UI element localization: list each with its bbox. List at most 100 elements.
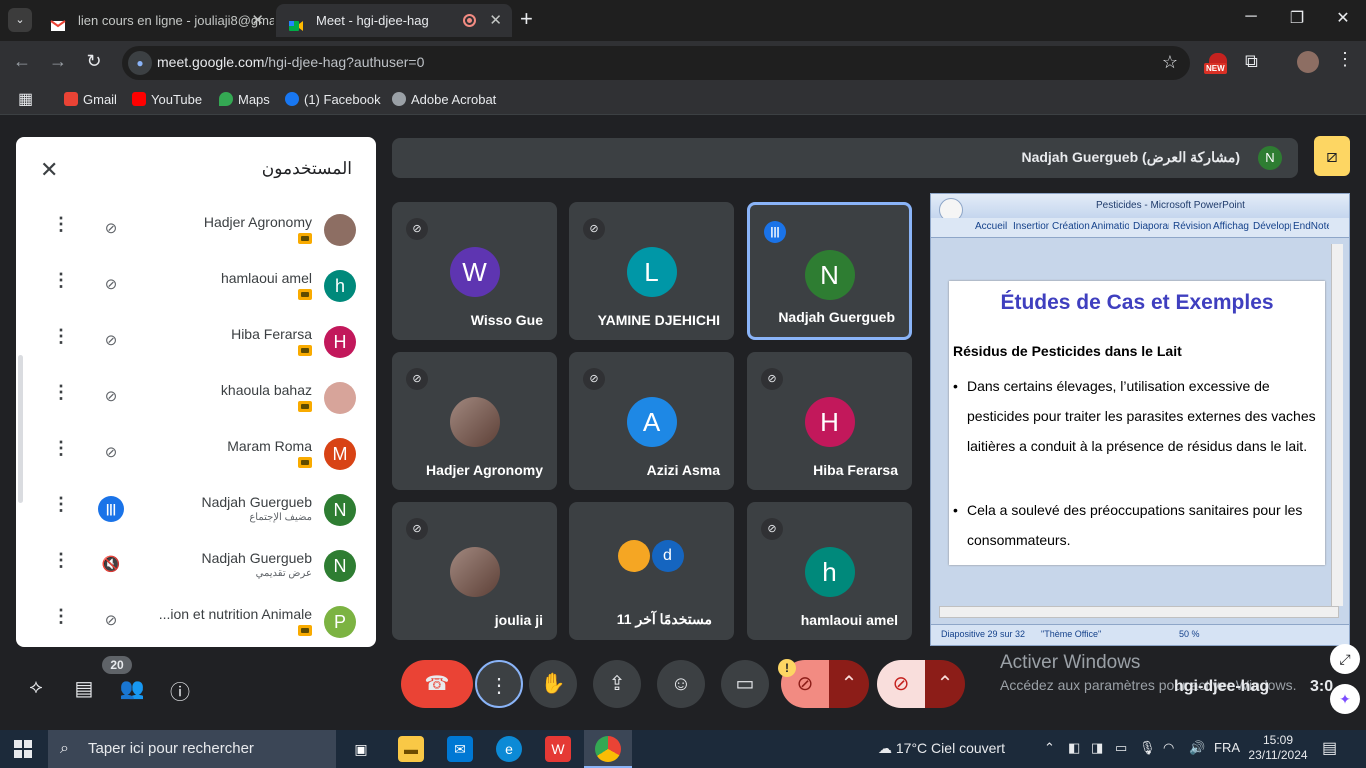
participant-tile[interactable]: ⊘ L YAMINE DJEHICHI <box>569 202 734 340</box>
participant-tile[interactable]: ⊘ Hadjer Agronomy <box>392 352 557 490</box>
volume-icon[interactable]: 🔊 <box>1189 740 1205 756</box>
reload-icon[interactable]: ↻ <box>82 51 106 72</box>
battery-icon[interactable]: ▭ <box>1115 740 1127 756</box>
powerpoint-title: Pesticides - Microsoft PowerPoint <box>1096 200 1245 211</box>
stop-presenting-icon[interactable]: ⧄ <box>1314 136 1350 176</box>
mic-off-icon[interactable]: ⊘ <box>98 608 124 634</box>
more-vert-icon[interactable]: ⋮ <box>52 550 70 571</box>
bookmark-youtube[interactable]: YouTube <box>132 92 202 107</box>
more-vert-icon[interactable]: ⋮ <box>52 326 70 347</box>
participant-tile[interactable]: d 11 مستخدمًا آخر <box>569 502 734 640</box>
raise-hand-button[interactable]: ✋ <box>529 660 577 708</box>
more-options-button[interactable]: ⋮ <box>475 660 523 708</box>
audio-off-icon[interactable]: 🔇 <box>98 552 124 578</box>
apps-grid-icon[interactable]: ▦ <box>18 89 33 109</box>
camera-options-caret[interactable]: ⌃ <box>829 660 869 708</box>
close-tab-icon[interactable]: ✕ <box>489 4 502 37</box>
bookmark-gmail[interactable]: Gmail <box>64 92 117 107</box>
tab-title: lien cours en ligne - jouliaji8@gmail.co… <box>78 13 274 28</box>
edge-icon[interactable]: e <box>496 736 522 762</box>
more-vert-icon[interactable]: ⋮ <box>52 494 70 515</box>
mic-indicator-icon[interactable]: ● <box>128 51 152 75</box>
avatar: N <box>324 494 356 526</box>
new-tab-button[interactable]: + <box>520 6 533 32</box>
more-vert-icon[interactable]: ⋮ <box>52 606 70 627</box>
language-indicator[interactable]: FRA <box>1214 740 1240 755</box>
bookmark-facebook[interactable]: (1) Facebook <box>285 92 381 107</box>
participant-tile[interactable]: ⊘ W Wisso Gue <box>392 202 557 340</box>
meet-tray-icon[interactable]: ◧ <box>1068 740 1080 756</box>
mic-off-icon[interactable]: ⊘ <box>98 328 124 354</box>
participant-name: Hadjer Agronomy <box>203 214 312 230</box>
close-window-icon[interactable]: ✕ <box>1328 8 1358 28</box>
mic-options-caret[interactable]: ⌃ <box>925 660 965 708</box>
task-view-icon[interactable]: ▣ <box>348 736 374 762</box>
windows-taskbar: ⌕ Taper ici pour rechercher ▣ ▬ ✉ e W ☁ … <box>0 730 1366 768</box>
extensions-puzzle-icon[interactable]: ⧉ <box>1245 51 1258 72</box>
panel-scrollbar[interactable] <box>18 355 23 503</box>
more-vert-icon[interactable]: ⋮ <box>52 270 70 291</box>
browser-menu-icon[interactable]: ⋮ <box>1336 49 1354 70</box>
participant-tile[interactable]: ||| N Nadjah Guergueb <box>747 202 912 340</box>
back-icon[interactable]: ← <box>10 51 34 72</box>
chevron-up-icon: ⌃ <box>936 673 954 695</box>
wifi-icon[interactable]: ◠ <box>1163 740 1174 756</box>
present-button[interactable]: ⇪ <box>593 660 641 708</box>
file-explorer-icon[interactable]: ▬ <box>398 736 424 762</box>
reactions-button[interactable]: ☺ <box>657 660 705 708</box>
bookmark-star-icon[interactable]: ☆ <box>1162 52 1178 73</box>
people-icon[interactable]: 👥 <box>119 676 145 701</box>
wps-office-icon[interactable]: W <box>545 736 571 762</box>
close-tab-icon[interactable]: ✕ <box>251 4 264 37</box>
speaking-icon: ||| <box>764 221 786 243</box>
activities-icon[interactable]: ⟡ <box>23 676 49 699</box>
microphone-icon[interactable]: 🎙 <box>1139 740 1156 756</box>
mail-icon[interactable]: ✉ <box>447 736 473 762</box>
participant-tile[interactable]: ⊘ H Hiba Ferarsa <box>747 352 912 490</box>
ribbon-tab: Insertion <box>1013 221 1049 232</box>
mic-off-icon[interactable]: ⊘ <box>98 384 124 410</box>
tab-search-button[interactable]: ⌄ <box>8 8 32 32</box>
profile-avatar[interactable] <box>1297 51 1319 73</box>
weather-widget[interactable]: ☁ 17°C Ciel couvert <box>878 740 1005 757</box>
more-vert-icon[interactable]: ⋮ <box>52 438 70 459</box>
chat-icon[interactable]: ▤ <box>71 676 97 701</box>
participant-row: ⋮ ⊘ Hiba Ferarsa H <box>36 312 356 368</box>
mic-off-icon[interactable]: ⊘ <box>98 440 124 466</box>
tab-gmail[interactable]: lien cours en ligne - jouliaji8@gmail.co… <box>38 4 274 37</box>
chevron-up-icon[interactable]: ⌃ <box>1044 740 1055 756</box>
more-vert-icon[interactable]: ⋮ <box>52 214 70 235</box>
mic-off-button[interactable]: ⊘ <box>877 660 925 708</box>
fullscreen-icon[interactable]: ⤢ <box>1330 644 1360 674</box>
participant-tile[interactable]: ⊘ A Azizi Asma <box>569 352 734 490</box>
tab-meet[interactable]: Meet - hgi-djee-hag ✕ <box>276 4 512 37</box>
url-text[interactable]: meet.google.com/hgi-djee-hag?authuser=0 <box>157 54 424 70</box>
participant-tile[interactable]: ⊘ h hamlaoui amel <box>747 502 912 640</box>
extension-new-icon[interactable]: NEW <box>1204 53 1230 75</box>
more-vert-icon[interactable]: ⋮ <box>52 382 70 403</box>
bookmark-adobe[interactable]: Adobe Acrobat <box>392 92 496 107</box>
windows-start-icon[interactable] <box>14 740 32 758</box>
extension-fab-icon[interactable]: ✦ <box>1330 684 1360 714</box>
mic-off-icon: ⊘ <box>761 368 783 390</box>
info-icon[interactable]: ⓘ <box>167 676 193 705</box>
ribbon-tab: Animation <box>1091 221 1129 232</box>
clock[interactable]: 15:09 23/11/2024 <box>1248 733 1308 763</box>
browser-tab-strip: ⌄ lien cours en ligne - jouliaji8@gmail.… <box>0 0 1366 41</box>
captions-button[interactable]: ▭ <box>721 660 769 708</box>
address-bar[interactable]: ● meet.google.com/hgi-djee-hag?authuser=… <box>122 46 1190 80</box>
forward-icon[interactable]: → <box>46 51 70 72</box>
restore-icon[interactable]: ❐ <box>1282 8 1312 28</box>
chevron-up-icon: ⌃ <box>840 673 858 695</box>
notification-icon[interactable]: ▤ <box>1322 738 1337 758</box>
screen-share-tray-icon[interactable]: ◨ <box>1091 740 1103 756</box>
participant-tile[interactable]: ⊘ joulia ji <box>392 502 557 640</box>
bookmark-maps[interactable]: Maps <box>219 92 270 107</box>
mic-off-icon[interactable]: ⊘ <box>98 272 124 298</box>
taskbar-search-box[interactable]: ⌕ Taper ici pour rechercher <box>48 730 336 768</box>
mic-off-icon[interactable]: ⊘ <box>98 216 124 242</box>
speaking-icon[interactable]: ||| <box>98 496 124 522</box>
minimize-icon[interactable]: ─ <box>1236 8 1266 26</box>
leave-call-button[interactable]: ☎ <box>401 660 473 708</box>
close-panel-icon[interactable]: ✕ <box>40 157 58 183</box>
